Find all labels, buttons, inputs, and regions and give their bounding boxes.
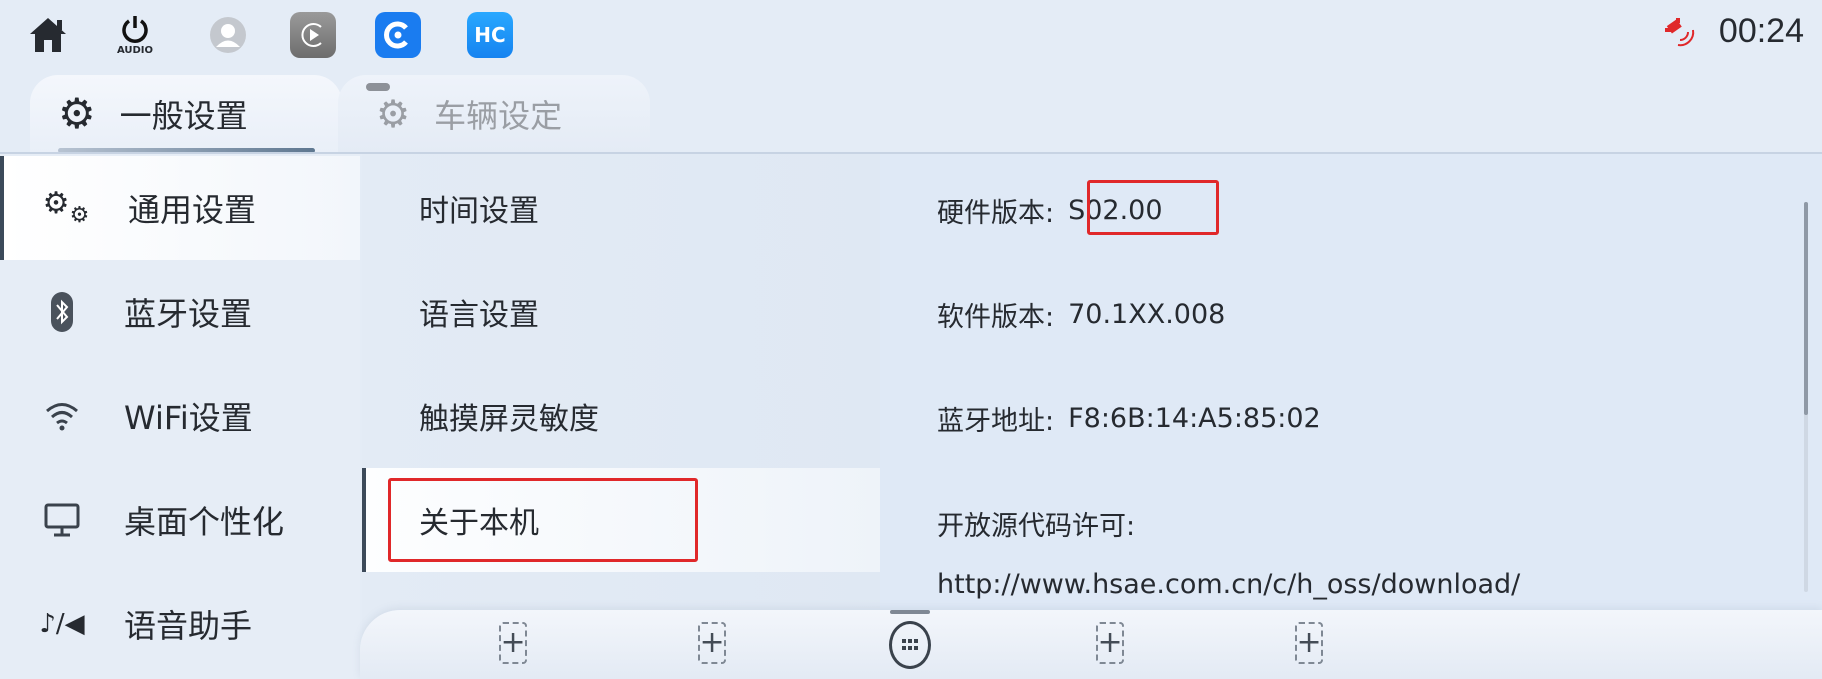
- sidebar-item-voice[interactable]: ♪/◀ 语音助手: [0, 572, 360, 676]
- monitor-icon: [30, 503, 94, 537]
- gear-icon: ⚙: [58, 89, 96, 138]
- sidebar-item-general[interactable]: ⚙ ⚙ 通用设置: [0, 156, 360, 260]
- add-shortcut-button[interactable]: +: [698, 622, 726, 664]
- software-version-row: 软件版本: 70.1XX.008: [937, 294, 1225, 334]
- sidebar-item-label: 蓝牙设置: [124, 295, 253, 333]
- add-shortcut-button[interactable]: +: [1295, 622, 1323, 664]
- add-shortcut-button[interactable]: +: [1096, 622, 1124, 664]
- sidebar: ⚙ ⚙ 通用设置 蓝牙设置 WiFi设置 桌面个性化 ♪/◀ 语音助手: [0, 154, 360, 679]
- user-avatar-icon[interactable]: [205, 12, 251, 58]
- wifi-icon: [30, 401, 94, 431]
- dock: [360, 610, 1822, 679]
- home-icon[interactable]: [25, 12, 71, 58]
- clock: 00:24: [1718, 12, 1804, 50]
- sidebar-item-bluetooth[interactable]: 蓝牙设置: [0, 260, 360, 364]
- submenu-item-label: 语言设置: [419, 298, 539, 333]
- submenu-item-label: 触摸屏灵敏度: [419, 402, 599, 437]
- about-panel: 硬件版本: S02.00 软件版本: 70.1XX.008 蓝牙地址: F8:6…: [880, 154, 1822, 679]
- bluetooth-icon: [30, 292, 94, 332]
- add-shortcut-button[interactable]: +: [499, 622, 527, 664]
- tab-label: 车辆设定: [434, 97, 563, 135]
- car-gear-icon: ⚙: [366, 83, 410, 133]
- highlight-box: [1087, 180, 1219, 235]
- sidebar-item-label: WiFi设置: [124, 399, 253, 437]
- software-label: 软件版本:: [937, 301, 1055, 333]
- sidebar-item-desktop[interactable]: 桌面个性化: [0, 468, 360, 572]
- tab-label: 一般设置: [119, 97, 248, 135]
- oss-url[interactable]: http://www.hsae.com.cn/c/h_oss/download/: [937, 564, 1520, 604]
- audio-label: AUDIO: [116, 44, 154, 56]
- audio-power-icon[interactable]: AUDIO: [112, 12, 158, 58]
- tab-general-settings[interactable]: ⚙ 一般设置: [30, 75, 342, 153]
- sidebar-item-wifi[interactable]: WiFi设置: [0, 364, 360, 468]
- apps-grid-button[interactable]: [889, 621, 931, 669]
- bt-value: F8:6B:14:A5:85:02: [1068, 402, 1321, 434]
- sidebar-item-label: 桌面个性化: [124, 503, 285, 541]
- oss-label: 开放源代码许可:: [937, 510, 1136, 542]
- app-blue-icon[interactable]: [375, 12, 421, 58]
- hicar-label: HC: [474, 23, 506, 47]
- submenu-item-language[interactable]: 语言设置: [362, 260, 880, 364]
- submenu-item-touch-sensitivity[interactable]: 触摸屏灵敏度: [362, 364, 880, 468]
- scrollbar-thumb[interactable]: [1804, 202, 1808, 415]
- submenu-item-label: 时间设置: [419, 194, 539, 229]
- grid-icon: [902, 639, 918, 650]
- bt-label: 蓝牙地址:: [937, 405, 1055, 437]
- submenu: 时间设置 语言设置 触摸屏灵敏度 关于本机: [362, 154, 880, 679]
- satellite-signal-icon: [1662, 14, 1696, 52]
- software-value: 70.1XX.008: [1068, 298, 1226, 330]
- carplay-icon[interactable]: [290, 12, 336, 58]
- submenu-item-time[interactable]: 时间设置: [362, 156, 880, 260]
- highlight-box: [388, 478, 698, 562]
- hicar-icon[interactable]: HC: [467, 12, 513, 58]
- dock-handle[interactable]: [890, 610, 930, 614]
- sidebar-item-label: 通用设置: [128, 191, 257, 229]
- voice-icon: ♪/◀: [39, 609, 85, 639]
- bluetooth-address-row: 蓝牙地址: F8:6B:14:A5:85:02: [937, 398, 1321, 438]
- gears-icon: ⚙ ⚙: [42, 186, 90, 228]
- tab-vehicle-settings[interactable]: ⚙ 车辆设定: [338, 75, 650, 153]
- sidebar-item-label: 语音助手: [124, 607, 253, 645]
- hardware-label: 硬件版本:: [937, 197, 1055, 229]
